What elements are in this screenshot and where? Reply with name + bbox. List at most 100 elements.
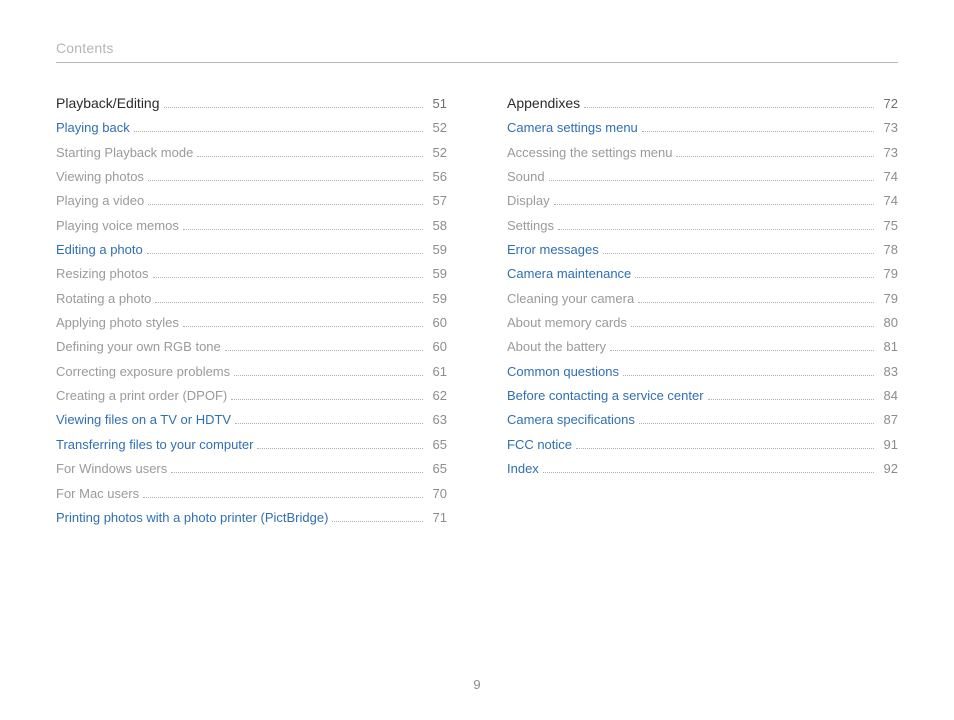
toc-column-left: Playback/Editing 51Playing back 52Starti… [56, 93, 447, 533]
toc-entry-page: 87 [878, 411, 898, 430]
toc-entry-page: 74 [878, 192, 898, 211]
toc-leader-dots [234, 375, 423, 376]
toc-entry-title: Starting Playback mode [56, 144, 193, 163]
toc-leader-dots [155, 302, 423, 303]
toc-entry: Playback/Editing 51 [56, 93, 447, 114]
toc-entry[interactable]: Index 92 [507, 460, 898, 479]
toc-entry-title: Editing a photo [56, 241, 143, 260]
toc-entry[interactable]: FCC notice 91 [507, 436, 898, 455]
toc-entry[interactable]: Before contacting a service center 84 [507, 387, 898, 406]
toc-entry[interactable]: Camera settings menu 73 [507, 119, 898, 138]
toc-leader-dots [257, 448, 423, 449]
toc-leader-dots [554, 204, 874, 205]
toc-entry-page: 80 [878, 314, 898, 333]
toc-entry: Starting Playback mode 52 [56, 144, 447, 163]
toc-leader-dots [603, 253, 874, 254]
toc-leader-dots [147, 253, 423, 254]
toc-leader-dots [558, 229, 874, 230]
toc-entry-page: 91 [878, 436, 898, 455]
toc-leader-dots [631, 326, 874, 327]
toc-entry-page: 57 [427, 192, 447, 211]
toc-leader-dots [332, 521, 423, 522]
toc-entry: Sound 74 [507, 168, 898, 187]
toc-entry-title: Before contacting a service center [507, 387, 704, 406]
toc-column-right: Appendixes 72Camera settings menu 73Acce… [507, 93, 898, 533]
toc-entry-page: 83 [878, 363, 898, 382]
toc-leader-dots [153, 277, 424, 278]
toc-entry[interactable]: Editing a photo 59 [56, 241, 447, 260]
toc-leader-dots [676, 156, 874, 157]
toc-entry[interactable]: Error messages 78 [507, 241, 898, 260]
toc-entry-title: Defining your own RGB tone [56, 338, 221, 357]
toc-entry-title: Accessing the settings menu [507, 144, 672, 163]
toc-entry: Settings 75 [507, 217, 898, 236]
toc-entry-title: Creating a print order (DPOF) [56, 387, 227, 406]
toc-entry[interactable]: Transferring files to your computer 65 [56, 436, 447, 455]
toc-entry-title: FCC notice [507, 436, 572, 455]
toc-entry-page: 58 [427, 217, 447, 236]
toc-entry: Applying photo styles 60 [56, 314, 447, 333]
toc-leader-dots [584, 107, 874, 108]
toc-entry-title: Index [507, 460, 539, 479]
page-number: 9 [0, 677, 954, 692]
toc-entry[interactable]: Common questions 83 [507, 363, 898, 382]
toc-entry-page: 61 [427, 363, 447, 382]
toc-entry-page: 84 [878, 387, 898, 406]
toc-entry-page: 74 [878, 168, 898, 187]
toc-leader-dots [642, 131, 874, 132]
toc-entry-page: 59 [427, 290, 447, 309]
toc-leader-dots [235, 423, 423, 424]
toc-leader-dots [231, 399, 423, 400]
toc-leader-dots [635, 277, 874, 278]
toc-entry-page: 62 [427, 387, 447, 406]
toc-entry-title: For Windows users [56, 460, 167, 479]
toc-entry[interactable]: Camera maintenance 79 [507, 265, 898, 284]
toc-leader-dots [638, 302, 874, 303]
toc-entry: Display 74 [507, 192, 898, 211]
toc-entry-title: Playing back [56, 119, 130, 138]
header-rule [56, 62, 898, 63]
toc-entry[interactable]: Camera specifications 87 [507, 411, 898, 430]
toc-leader-dots [576, 448, 874, 449]
toc-entry-title: Display [507, 192, 550, 211]
toc-entry-page: 73 [878, 119, 898, 138]
toc-entry-title: Camera settings menu [507, 119, 638, 138]
toc-entry: Appendixes 72 [507, 93, 898, 114]
toc-leader-dots [148, 180, 423, 181]
toc-entry: Cleaning your camera 79 [507, 290, 898, 309]
toc-entry: For Mac users 70 [56, 485, 447, 504]
toc-leader-dots [610, 350, 874, 351]
toc-entry-page: 65 [427, 436, 447, 455]
toc-entry-title: Rotating a photo [56, 290, 151, 309]
toc-entry[interactable]: Printing photos with a photo printer (Pi… [56, 509, 447, 528]
toc-entry-title: Applying photo styles [56, 314, 179, 333]
toc-leader-dots [183, 326, 423, 327]
toc-entry: Rotating a photo 59 [56, 290, 447, 309]
toc-entry-title: Common questions [507, 363, 619, 382]
toc-entry[interactable]: Viewing files on a TV or HDTV 63 [56, 411, 447, 430]
toc-leader-dots [708, 399, 874, 400]
toc-entry: Accessing the settings menu 73 [507, 144, 898, 163]
toc-entry-page: 65 [427, 460, 447, 479]
toc-entry-page: 79 [878, 290, 898, 309]
toc-entry-title: Resizing photos [56, 265, 149, 284]
toc-entry: About the battery 81 [507, 338, 898, 357]
toc-entry-title: About memory cards [507, 314, 627, 333]
toc-columns: Playback/Editing 51Playing back 52Starti… [56, 93, 898, 533]
toc-entry-page: 52 [427, 144, 447, 163]
toc-entry-page: 60 [427, 314, 447, 333]
toc-entry-title: Appendixes [507, 93, 580, 113]
toc-leader-dots [225, 350, 423, 351]
toc-entry[interactable]: Playing back 52 [56, 119, 447, 138]
page-header: Contents [56, 40, 898, 62]
toc-entry-page: 63 [427, 411, 447, 430]
toc-leader-dots [171, 472, 423, 473]
toc-entry-page: 73 [878, 144, 898, 163]
toc-leader-dots [623, 375, 874, 376]
toc-entry-title: Viewing files on a TV or HDTV [56, 411, 231, 430]
toc-entry-title: Playing voice memos [56, 217, 179, 236]
toc-entry-page: 92 [878, 460, 898, 479]
toc-entry-page: 78 [878, 241, 898, 260]
toc-leader-dots [183, 229, 423, 230]
toc-entry: For Windows users 65 [56, 460, 447, 479]
